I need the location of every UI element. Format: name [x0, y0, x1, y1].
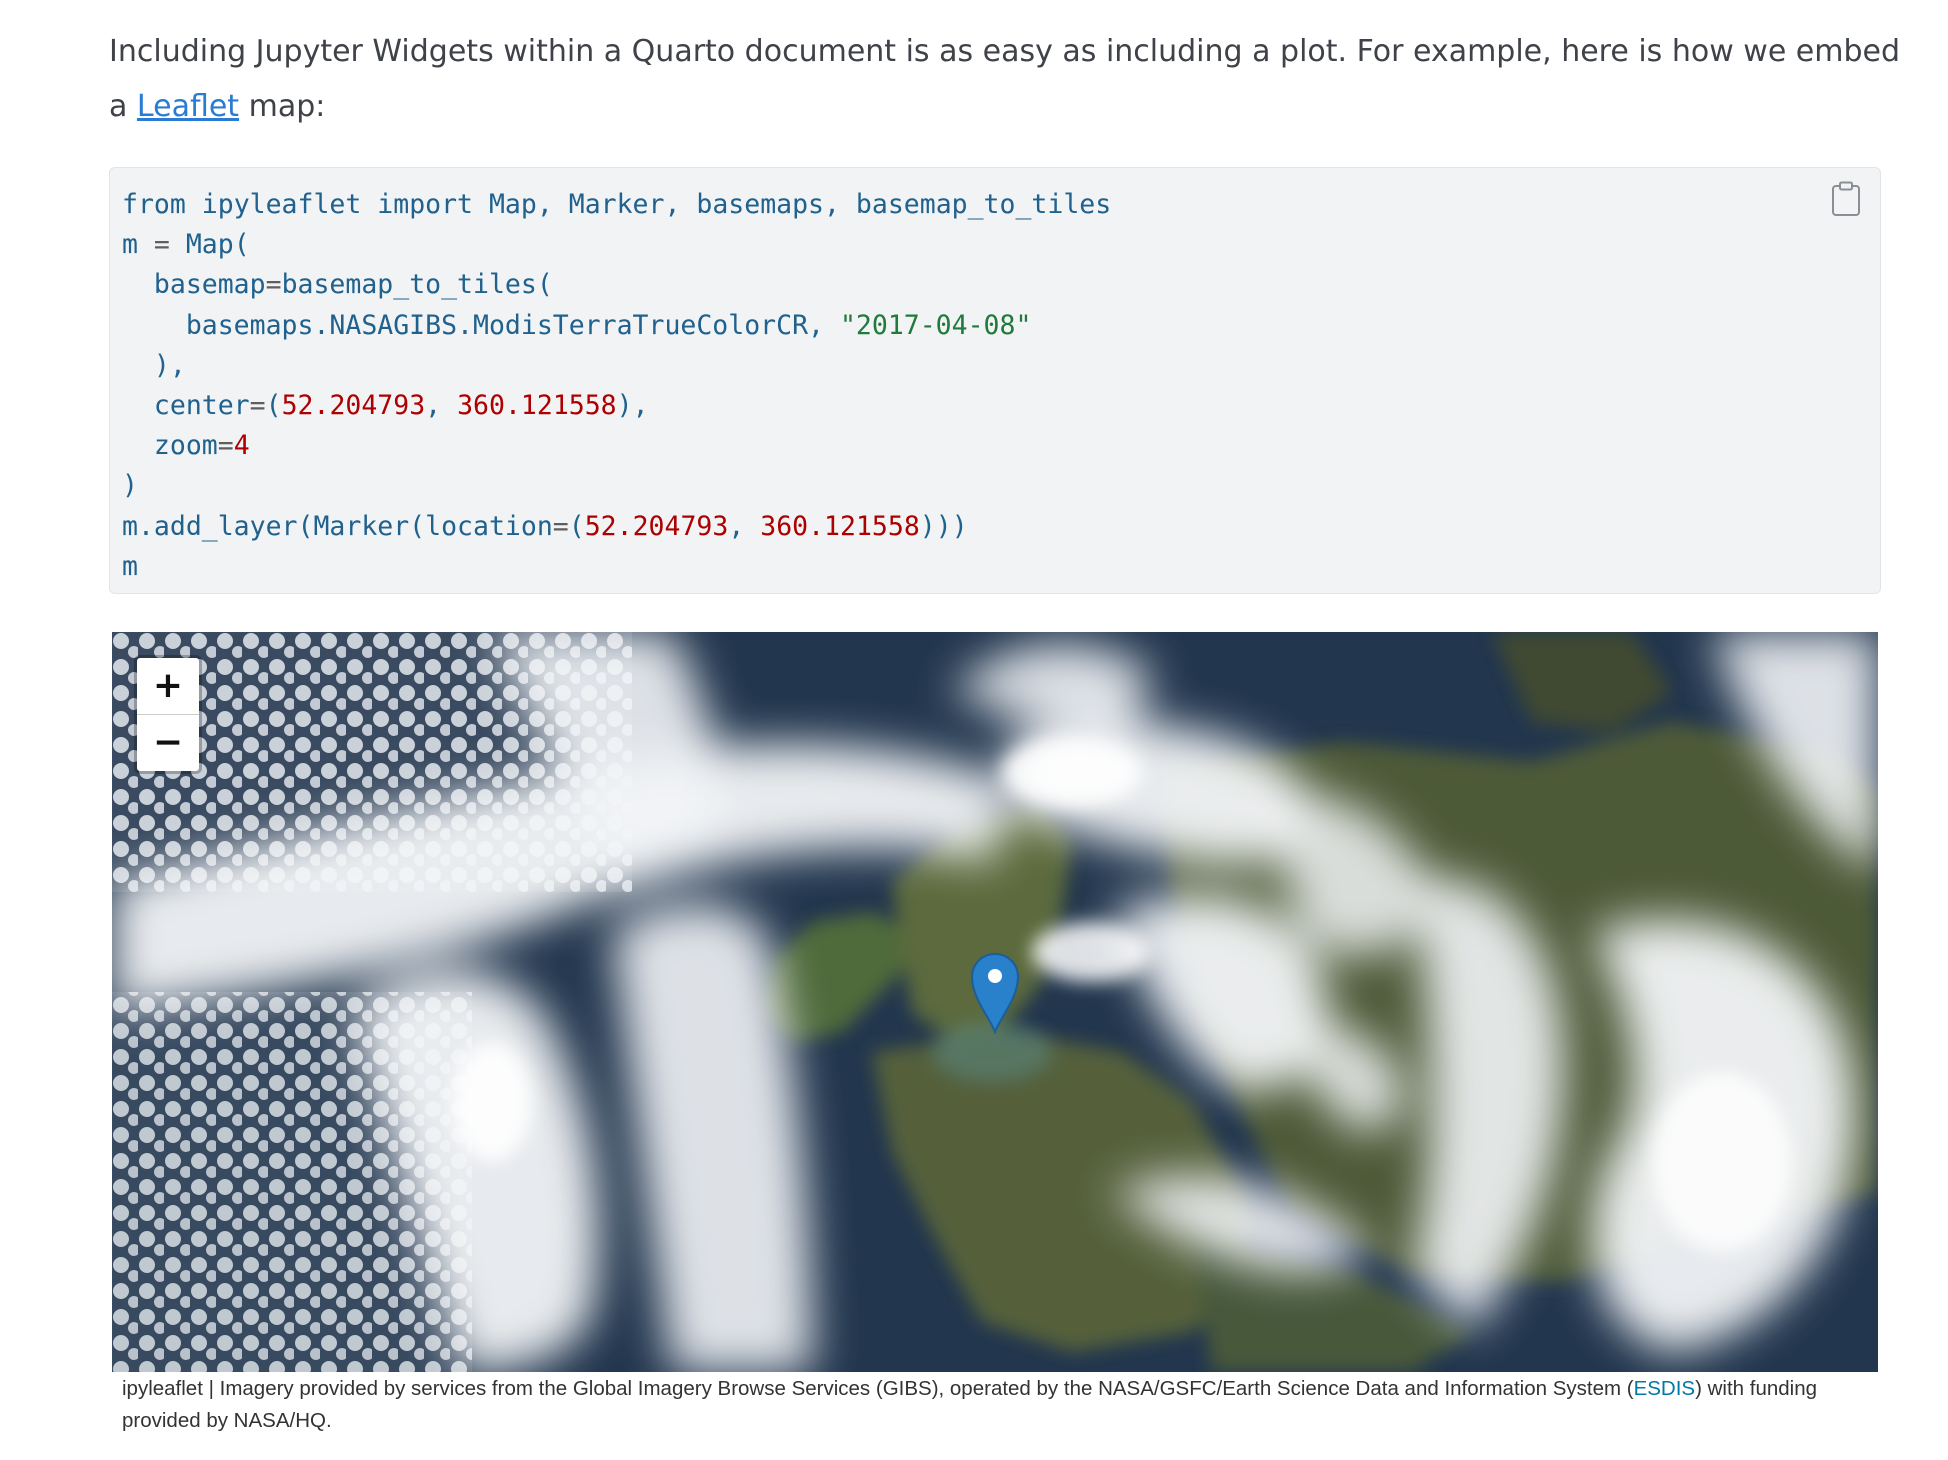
code-token: import: [377, 189, 474, 220]
code-line: zoom=4: [122, 430, 250, 461]
code-line: m.add_layer(Marker(location=(52.204793, …: [122, 511, 968, 542]
code-line: ): [122, 470, 138, 501]
map-pin-icon[interactable]: [970, 952, 1020, 1034]
code-token: ,: [425, 390, 458, 422]
code-token: =: [217, 430, 234, 462]
code-line: ),: [122, 350, 186, 381]
code-token: m: [122, 550, 138, 582]
code-token: center: [122, 390, 250, 422]
code-token: basemap_to_tiles(: [281, 269, 553, 301]
code-token: zoom: [122, 430, 218, 462]
intro-text-after: map:: [239, 89, 326, 124]
code-line: center=(52.204793, 360.121558),: [122, 390, 649, 421]
code-token: 4: [233, 430, 250, 462]
leaflet-link[interactable]: Leaflet: [137, 89, 239, 124]
code-token: =: [153, 229, 170, 261]
code-token: m.add_layer(Marker(location: [122, 510, 553, 542]
code-token: =: [552, 510, 569, 542]
code-content: from ipyleaflet import Map, Marker, base…: [122, 185, 1111, 587]
map-attribution: ipyleaflet | Imagery provided by service…: [122, 1373, 1882, 1437]
code-token: =: [249, 390, 266, 422]
code-token: 52.204793: [281, 390, 426, 422]
code-token: basemaps.NASAGIBS.ModisTerraTrueColorCR,: [122, 309, 840, 341]
code-token: 360.121558: [457, 390, 617, 422]
zoom-in-button[interactable]: +: [137, 658, 199, 714]
code-token: 360.121558: [760, 510, 920, 542]
code-token: =: [265, 269, 282, 301]
code-token: ),: [616, 390, 649, 422]
code-line: m: [122, 551, 138, 582]
code-line: m = Map(: [122, 229, 250, 260]
leaflet-map[interactable]: + −: [112, 632, 1878, 1372]
code-token: Map, Marker, basemaps, basemap_to_tiles: [473, 189, 1112, 220]
code-token: ,: [728, 510, 761, 542]
attribution-text: ipyleaflet | Imagery provided by service…: [122, 1377, 1634, 1400]
code-token: Map(: [169, 229, 250, 261]
intro-paragraph: Including Jupyter Widgets within a Quart…: [109, 24, 1909, 134]
zoom-out-button[interactable]: −: [137, 714, 199, 771]
code-token: from: [122, 189, 186, 220]
code-token: ipyleaflet: [185, 189, 378, 220]
zoom-control: + −: [134, 655, 202, 774]
code-line: from ipyleaflet import Map, Marker, base…: [122, 189, 1111, 220]
code-token: (: [568, 510, 585, 542]
code-token: ),: [122, 349, 186, 381]
esdis-link[interactable]: ESDIS: [1634, 1377, 1696, 1400]
code-token: m: [122, 229, 154, 261]
code-line: basemaps.NASAGIBS.ModisTerraTrueColorCR,…: [122, 309, 1032, 341]
clipboard-icon: [1832, 181, 1860, 216]
code-token: 52.204793: [584, 510, 729, 542]
code-token: "2017-04-08": [839, 309, 1032, 341]
code-line: basemap=basemap_to_tiles(: [122, 269, 553, 300]
code-block: from ipyleaflet import Map, Marker, base…: [109, 167, 1881, 594]
code-token: basemap: [122, 269, 266, 301]
code-token: ): [122, 470, 138, 502]
code-token: ))): [919, 510, 968, 542]
intro-text-before: Including Jupyter Widgets within a Quart…: [109, 34, 1901, 124]
copy-code-button[interactable]: [1830, 181, 1862, 217]
code-token: (: [265, 390, 282, 422]
